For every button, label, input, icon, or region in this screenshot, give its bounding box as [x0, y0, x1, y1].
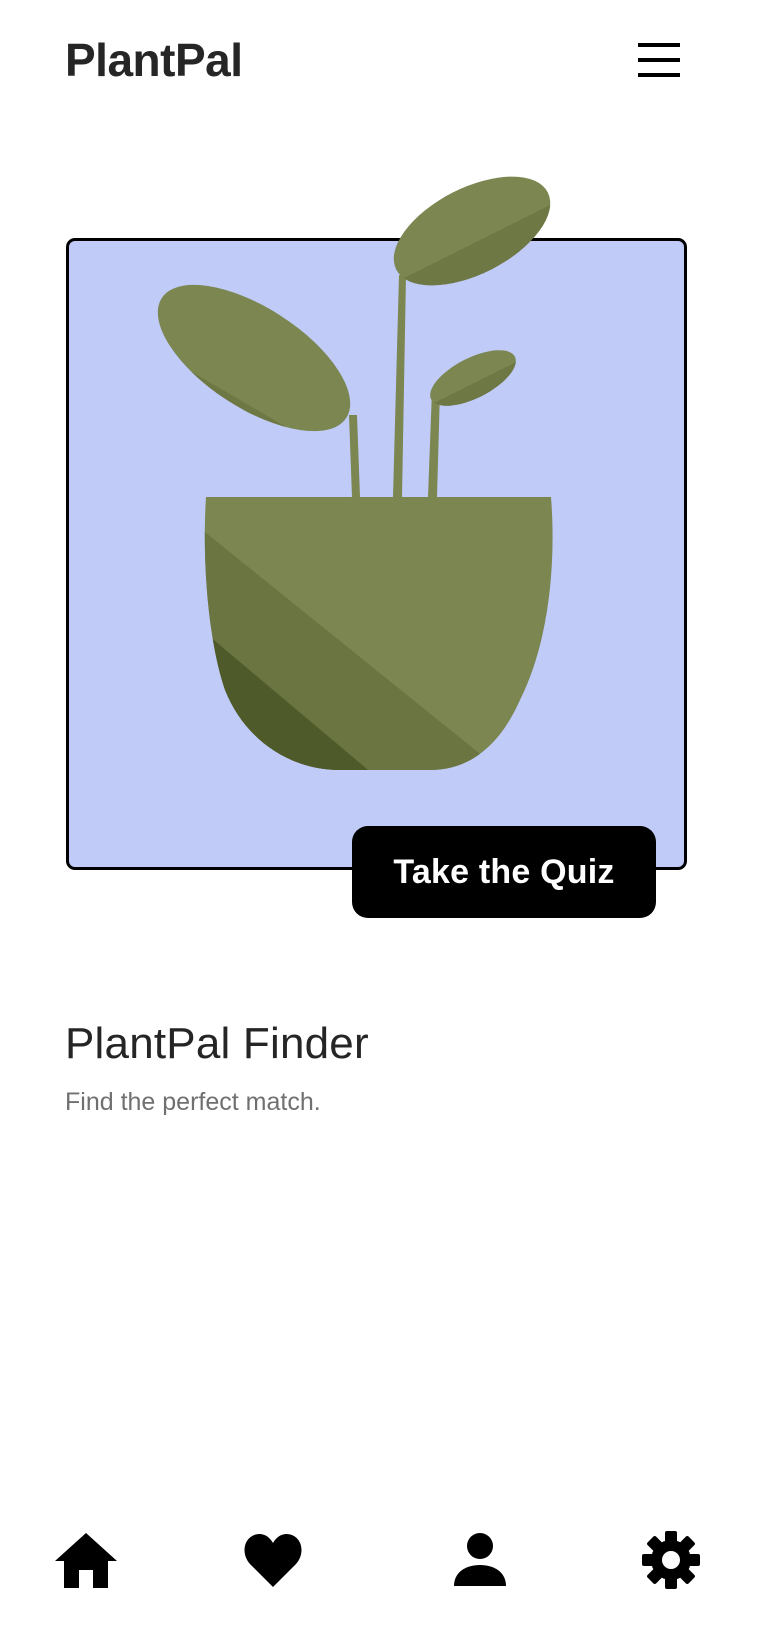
nav-home[interactable]	[46, 1510, 126, 1610]
nav-profile[interactable]	[440, 1510, 520, 1610]
take-quiz-button[interactable]: Take the Quiz	[352, 826, 656, 918]
user-icon	[454, 1533, 506, 1586]
section-title: PlantPal Finder	[65, 1019, 369, 1068]
menu-button[interactable]	[636, 40, 684, 80]
hamburger-menu-icon	[638, 43, 680, 77]
gear-icon	[642, 1531, 700, 1589]
app-title: PlantPal	[65, 34, 243, 86]
heart-icon	[244, 1534, 302, 1587]
nav-settings[interactable]	[631, 1510, 711, 1610]
home-icon	[55, 1533, 117, 1588]
section-subtitle: Find the perfect match.	[65, 1088, 321, 1116]
nav-favorites[interactable]	[233, 1510, 313, 1610]
hero-card	[66, 238, 687, 870]
bottom-navigation	[0, 1510, 760, 1610]
